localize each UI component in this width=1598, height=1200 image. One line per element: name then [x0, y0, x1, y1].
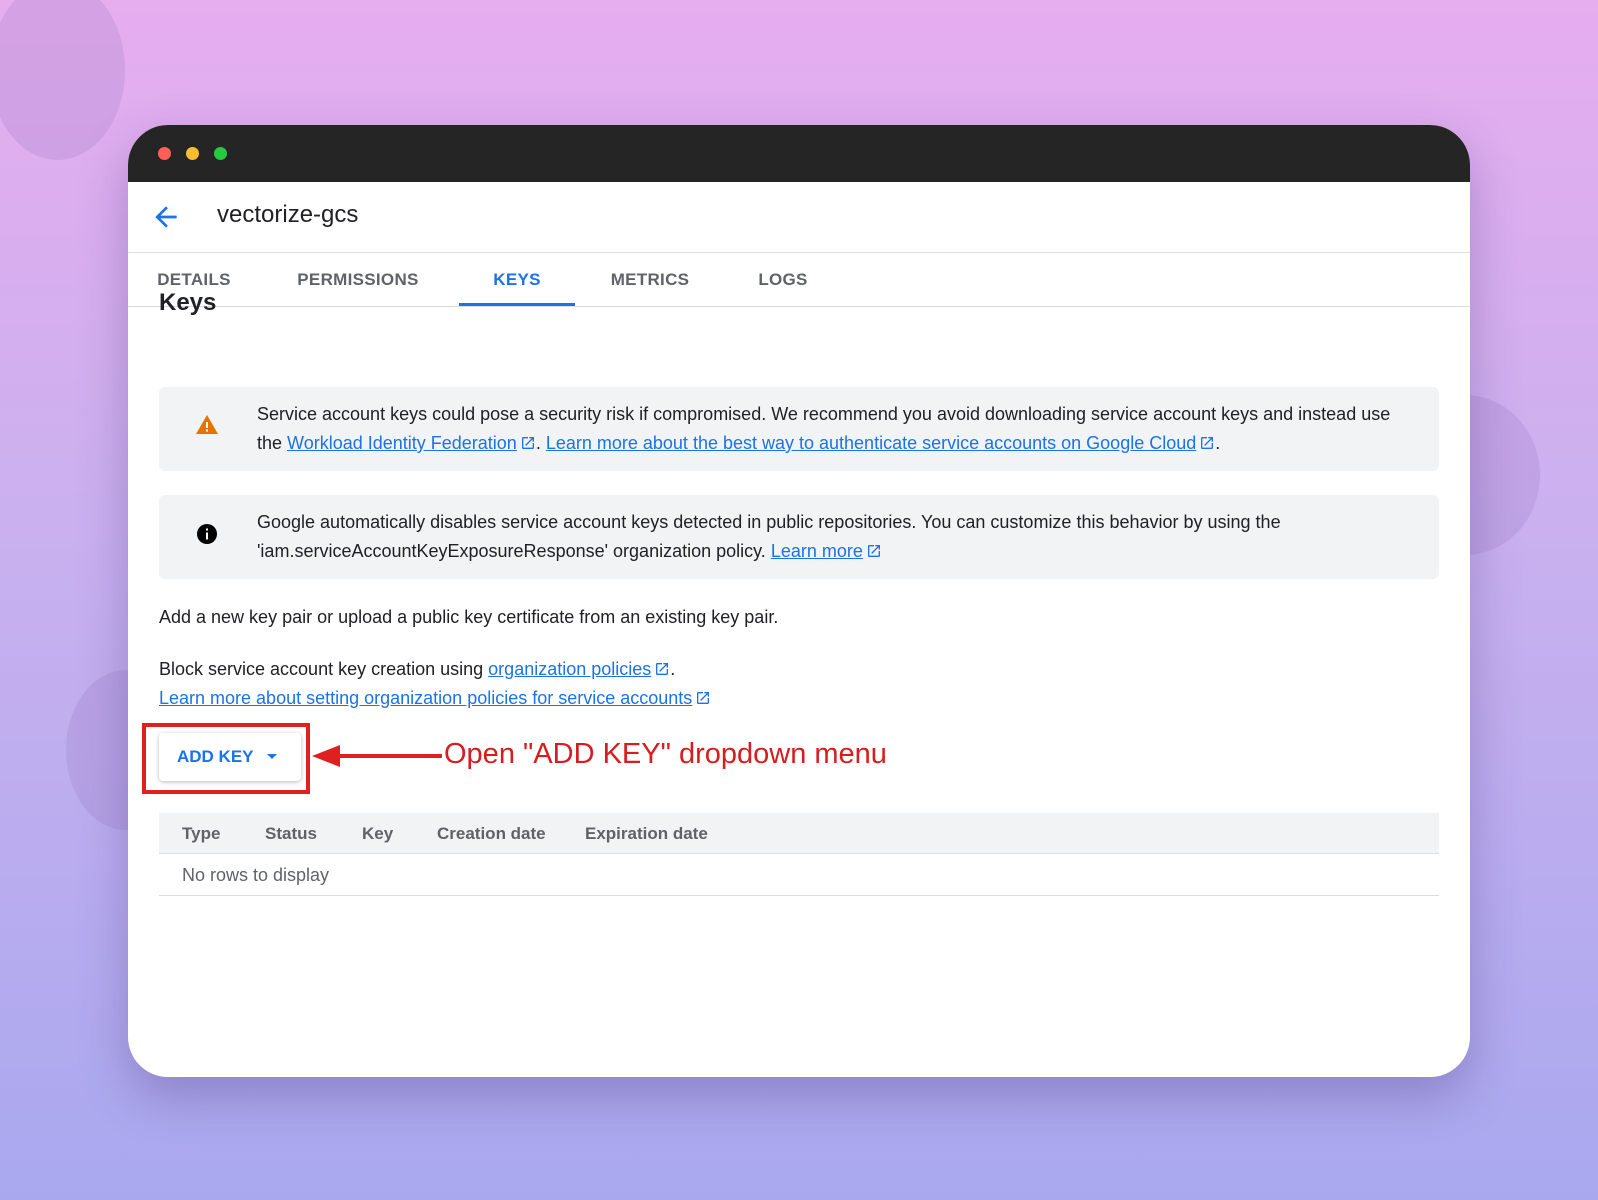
authenticate-service-accounts-link[interactable]: Learn more about the best way to authent…	[546, 433, 1196, 453]
annotation-arrow-icon	[312, 745, 442, 767]
external-link-icon	[521, 437, 534, 449]
empty-table-message: No rows to display	[182, 865, 330, 885]
back-button[interactable]	[150, 201, 182, 233]
close-window-button[interactable]	[158, 147, 171, 160]
warning-icon	[196, 415, 218, 434]
warning-text: Service account keys could pose a securi…	[257, 400, 1419, 458]
warning-banner: Service account keys could pose a securi…	[159, 387, 1439, 471]
link-label: Learn more about the best way to authent…	[545, 433, 1197, 453]
keys-table: Type Status Key Creation date Expiration…	[159, 813, 1439, 896]
column-header-type[interactable]: Type	[182, 824, 220, 844]
tab-keys[interactable]: KEYS	[459, 253, 575, 306]
tab-logs[interactable]: LOGS	[758, 253, 808, 306]
browser-window: vectorize-gcs DETAILS PERMISSIONS KEYS M…	[128, 125, 1470, 1077]
annotation-highlight-box	[142, 723, 310, 794]
page-header: vectorize-gcs	[128, 182, 1470, 253]
link-label: Learn more about setting organization po…	[159, 688, 693, 708]
external-link-icon	[697, 692, 710, 704]
table-header-row: Type Status Key Creation date Expiration…	[159, 813, 1439, 854]
tab-metrics[interactable]: METRICS	[609, 253, 691, 306]
link-label: Learn more	[770, 541, 863, 561]
link-label: organization policies	[488, 659, 652, 679]
table-body: No rows to display	[159, 854, 1439, 896]
info-text: Google automatically disables service ac…	[257, 508, 1419, 566]
add-key-description: Add a new key pair or upload a public ke…	[159, 607, 779, 627]
maximize-window-button[interactable]	[214, 147, 227, 160]
page-title: vectorize-gcs	[217, 201, 359, 228]
policy-text: Block service account key creation using…	[159, 655, 711, 713]
policy-text-part: Block service account key creation using	[159, 659, 489, 679]
workload-identity-federation-link[interactable]: Workload Identity Federation	[287, 433, 517, 453]
info-banner: Google automatically disables service ac…	[159, 495, 1439, 579]
organization-policies-link[interactable]: organization policies	[488, 659, 651, 679]
column-header-creation-date[interactable]: Creation date	[437, 824, 546, 844]
tab-bar: DETAILS PERMISSIONS KEYS METRICS LOGS	[128, 253, 1470, 307]
column-header-status[interactable]: Status	[265, 824, 317, 844]
external-link-icon	[656, 663, 669, 675]
external-link-icon	[1201, 437, 1214, 449]
warning-text-part: .	[1215, 433, 1221, 453]
policy-text-part: .	[670, 659, 676, 679]
annotation-text: Open "ADD KEY" dropdown menu	[444, 738, 887, 770]
arrow-back-icon	[155, 206, 177, 228]
column-header-expiration-date[interactable]: Expiration date	[585, 824, 708, 844]
window-titlebar	[128, 125, 1470, 182]
organization-policies-service-accounts-link[interactable]: Learn more about setting organization po…	[159, 688, 692, 708]
background-circle	[0, 0, 125, 160]
info-text-part: Google automatically disables service ac…	[257, 512, 1281, 561]
section-title: Keys	[159, 289, 217, 316]
external-link-icon	[867, 545, 880, 557]
column-header-key[interactable]: Key	[362, 824, 393, 844]
minimize-window-button[interactable]	[186, 147, 199, 160]
info-icon	[197, 524, 217, 544]
learn-more-link[interactable]: Learn more	[771, 541, 863, 561]
tab-permissions[interactable]: PERMISSIONS	[296, 253, 420, 306]
link-label: Workload Identity Federation	[287, 433, 517, 453]
warning-text-part: .	[535, 433, 546, 453]
